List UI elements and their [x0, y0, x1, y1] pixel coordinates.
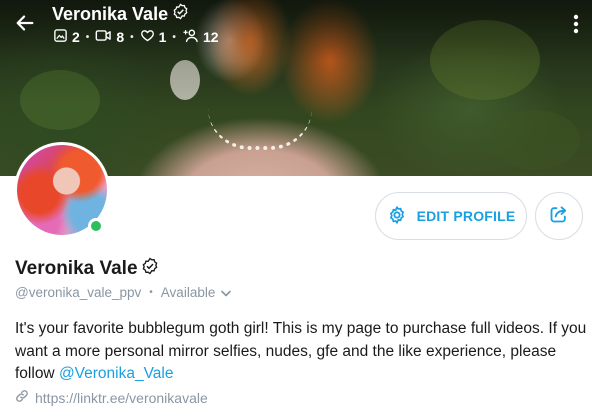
header-title: Veronika Vale	[52, 3, 169, 24]
profile-stats: 2 • 8 • 1 • 12	[53, 28, 219, 46]
profile-name: Veronika Vale	[15, 257, 138, 279]
chevron-down-icon	[221, 285, 232, 300]
profile-bio: It's your favorite bubblegum goth girl! …	[15, 318, 587, 386]
link-icon	[15, 389, 29, 406]
more-options-button[interactable]	[566, 12, 586, 40]
stat-likes[interactable]: 1	[140, 28, 167, 46]
arrow-left-icon	[14, 12, 36, 39]
separator-dot: •	[149, 287, 153, 298]
image-icon	[53, 28, 68, 46]
stat-fans[interactable]: 12	[182, 28, 219, 46]
online-status-dot	[88, 218, 104, 234]
separator-dot: •	[130, 31, 134, 43]
fans-icon	[182, 28, 199, 46]
video-icon	[95, 28, 112, 46]
profile-handle: @veronika_vale_ppv	[15, 285, 142, 300]
stat-photos-count: 2	[72, 29, 80, 45]
bio-mention-link[interactable]: @Veronika_Vale	[59, 365, 174, 382]
share-icon	[549, 204, 569, 229]
share-button[interactable]	[535, 192, 583, 240]
edit-profile-button[interactable]: EDIT PROFILE	[375, 192, 527, 240]
back-button[interactable]	[10, 10, 40, 40]
heart-icon	[140, 28, 155, 46]
separator-dot: •	[172, 31, 176, 43]
gear-icon	[387, 205, 407, 228]
stat-photos[interactable]: 2	[53, 28, 80, 46]
stat-videos-count: 8	[116, 29, 125, 45]
separator-dot: •	[85, 31, 90, 43]
profile-link-url: https://linktr.ee/veronikavale	[35, 389, 208, 406]
stat-likes-count: 1	[158, 29, 167, 45]
verified-icon	[141, 257, 159, 280]
profile-meta-row: @veronika_vale_ppv • Available	[15, 285, 232, 300]
availability-status: Available	[160, 285, 216, 300]
profile-link[interactable]: https://linktr.ee/veronikavale	[15, 389, 208, 406]
edit-profile-label: EDIT PROFILE	[416, 208, 516, 224]
profile-name-row: Veronika Vale	[15, 257, 159, 280]
stat-fans-count: 12	[202, 29, 219, 45]
stat-videos[interactable]: 8	[95, 28, 124, 46]
more-vertical-icon	[573, 14, 579, 39]
top-bar: Veronika Vale 2 • 8 • 1 • 12	[0, 0, 592, 60]
header-title-row: Veronika Vale	[52, 3, 189, 25]
verified-icon	[172, 3, 189, 25]
availability-dropdown[interactable]: Available	[161, 285, 232, 300]
